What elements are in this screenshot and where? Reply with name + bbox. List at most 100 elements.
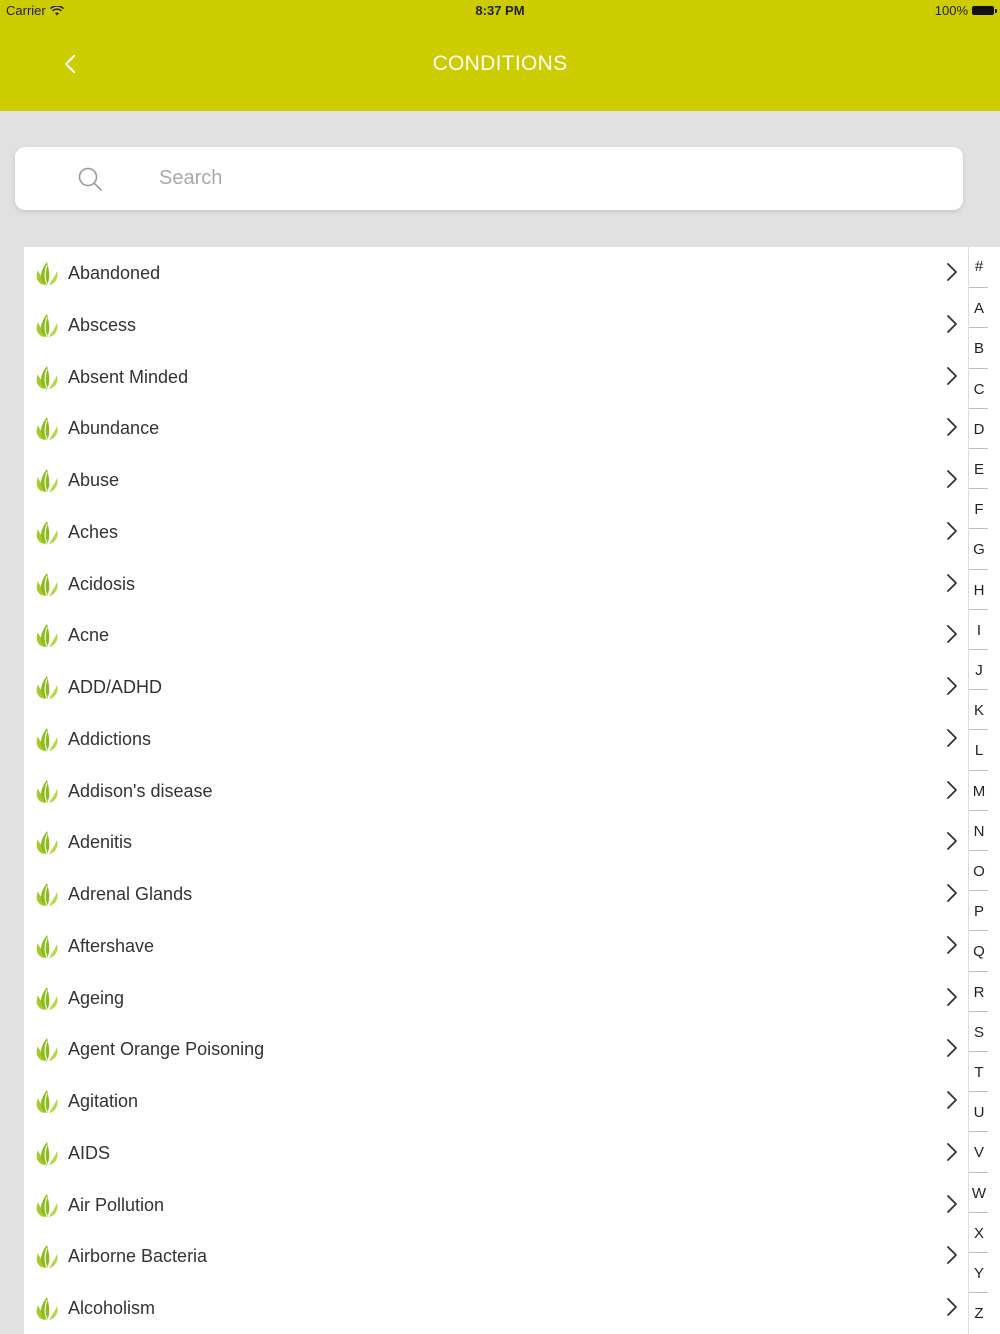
chevron-right-icon: [946, 728, 958, 748]
index-letter[interactable]: N: [969, 809, 989, 850]
leaf-icon: [35, 985, 59, 1011]
list-item[interactable]: Acne: [24, 609, 968, 661]
chevron-right-icon: [946, 1142, 958, 1162]
leaf-icon: [35, 1088, 59, 1114]
index-letter[interactable]: M: [969, 769, 989, 810]
list-item[interactable]: Ageing: [24, 972, 968, 1024]
list-item[interactable]: Abandoned: [24, 247, 968, 299]
index-letter[interactable]: S: [969, 1010, 989, 1051]
index-letter[interactable]: U: [969, 1091, 989, 1131]
leaf-icon: [35, 312, 59, 338]
index-letter[interactable]: R: [969, 970, 989, 1011]
leaf-icon: [35, 881, 59, 907]
list-item-label: Addictions: [68, 728, 152, 749]
list-item-label: Airborne Bacteria: [68, 1246, 208, 1267]
battery-icon: [972, 6, 997, 15]
leaf-icon: [35, 1140, 59, 1166]
list-item-label: Adenitis: [68, 832, 133, 853]
index-letter[interactable]: W: [969, 1171, 989, 1212]
list-item-label: AIDS: [68, 1142, 111, 1163]
list-item[interactable]: Alcoholism: [24, 1282, 968, 1334]
list-item[interactable]: Absent Minded: [24, 351, 968, 403]
index-letter[interactable]: I: [969, 608, 989, 649]
leaf-icon: [35, 260, 59, 286]
index-letter[interactable]: K: [969, 689, 989, 729]
status-battery: 100%: [935, 3, 997, 18]
list-item[interactable]: Aches: [24, 506, 968, 558]
index-letter[interactable]: X: [969, 1211, 989, 1252]
index-letter[interactable]: F: [969, 488, 989, 528]
index-letter[interactable]: J: [969, 649, 989, 689]
list-item[interactable]: Acidosis: [24, 558, 968, 610]
list-item[interactable]: Air Pollution: [24, 1179, 968, 1231]
leaf-icon: [35, 1036, 59, 1062]
chevron-right-icon: [946, 624, 958, 644]
list-item-label: Agent Orange Poisoning: [68, 1039, 265, 1060]
chevron-right-icon: [946, 676, 958, 696]
index-letter[interactable]: #: [969, 247, 989, 287]
list-item[interactable]: AIDS: [24, 1127, 968, 1179]
header: Carrier 8:37 PM 100% CONDITIONS: [0, 0, 1000, 111]
list-item-label: Agitation: [68, 1091, 139, 1111]
list-item[interactable]: Agent Orange Poisoning: [24, 1023, 968, 1075]
list-item[interactable]: Agitation: [24, 1075, 968, 1127]
index-letter[interactable]: D: [969, 407, 989, 448]
list-item-label: Air Pollution: [68, 1194, 165, 1215]
list-item-label: Abandoned: [68, 263, 161, 283]
leaf-icon: [35, 571, 59, 597]
list-item[interactable]: Addictions: [24, 713, 968, 765]
list-item[interactable]: Addison's disease: [24, 765, 968, 817]
index-letter[interactable]: Y: [969, 1252, 989, 1292]
list-item-label: Abuse: [68, 470, 120, 490]
leaf-icon: [35, 829, 59, 855]
index-letter[interactable]: O: [969, 850, 989, 890]
leaf-icon: [35, 726, 59, 752]
list-item[interactable]: Abundance: [24, 402, 968, 454]
list-item-label: Abundance: [68, 418, 160, 439]
chevron-right-icon: [946, 1038, 958, 1058]
status-time: 8:37 PM: [475, 3, 525, 18]
index-letter[interactable]: P: [969, 890, 989, 930]
chevron-right-icon: [946, 1090, 958, 1110]
leaf-icon: [35, 364, 59, 390]
index-letter[interactable]: A: [969, 287, 989, 327]
conditions-list: Abandoned Abscess Absent Minded Abundance Ab…: [24, 247, 968, 1334]
chevron-right-icon: [946, 1245, 958, 1265]
list-item[interactable]: Aftershave: [24, 920, 968, 972]
list-item[interactable]: Airborne Bacteria: [24, 1230, 968, 1282]
list-item[interactable]: Adenitis: [24, 816, 968, 868]
index-letter[interactable]: V: [969, 1131, 989, 1171]
chevron-right-icon: [946, 314, 958, 334]
index-letter[interactable]: Z: [969, 1292, 989, 1332]
list-item[interactable]: Adrenal Glands: [24, 868, 968, 920]
chevron-right-icon: [946, 366, 958, 386]
list-item-label: Aches: [68, 521, 119, 542]
leaf-icon: [35, 519, 59, 545]
index-letter[interactable]: L: [969, 729, 989, 769]
chevron-right-icon: [946, 780, 958, 800]
index-letter[interactable]: E: [969, 448, 989, 488]
leaf-icon: [35, 622, 59, 648]
index-letter[interactable]: C: [969, 367, 989, 408]
list-item[interactable]: Abuse: [24, 454, 968, 506]
list-item[interactable]: Abscess: [24, 299, 968, 351]
index-letter[interactable]: B: [969, 327, 989, 367]
list-item[interactable]: ADD/ADHD: [24, 661, 968, 713]
index-letter[interactable]: G: [969, 528, 989, 568]
page-title: CONDITIONS: [432, 52, 568, 75]
index-letter[interactable]: H: [969, 568, 989, 609]
chevron-right-icon: [946, 831, 958, 851]
leaf-icon: [35, 415, 59, 441]
list-item-label: Ageing: [68, 987, 125, 1008]
search-icon: [78, 167, 102, 191]
search-input[interactable]: [159, 147, 939, 210]
search-box[interactable]: [15, 147, 963, 210]
chevron-right-icon: [946, 1194, 958, 1214]
leaf-icon: [35, 778, 59, 804]
chevron-right-icon: [946, 1297, 958, 1317]
index-letter[interactable]: T: [969, 1051, 989, 1091]
alphabet-index[interactable]: # A B C D E F G H I J K L M N O P Q R S T U V W X Y Z: [968, 247, 989, 1334]
chevron-right-icon: [946, 935, 958, 955]
index-letter[interactable]: Q: [969, 930, 989, 970]
list-item-label: Acidosis: [68, 573, 136, 594]
